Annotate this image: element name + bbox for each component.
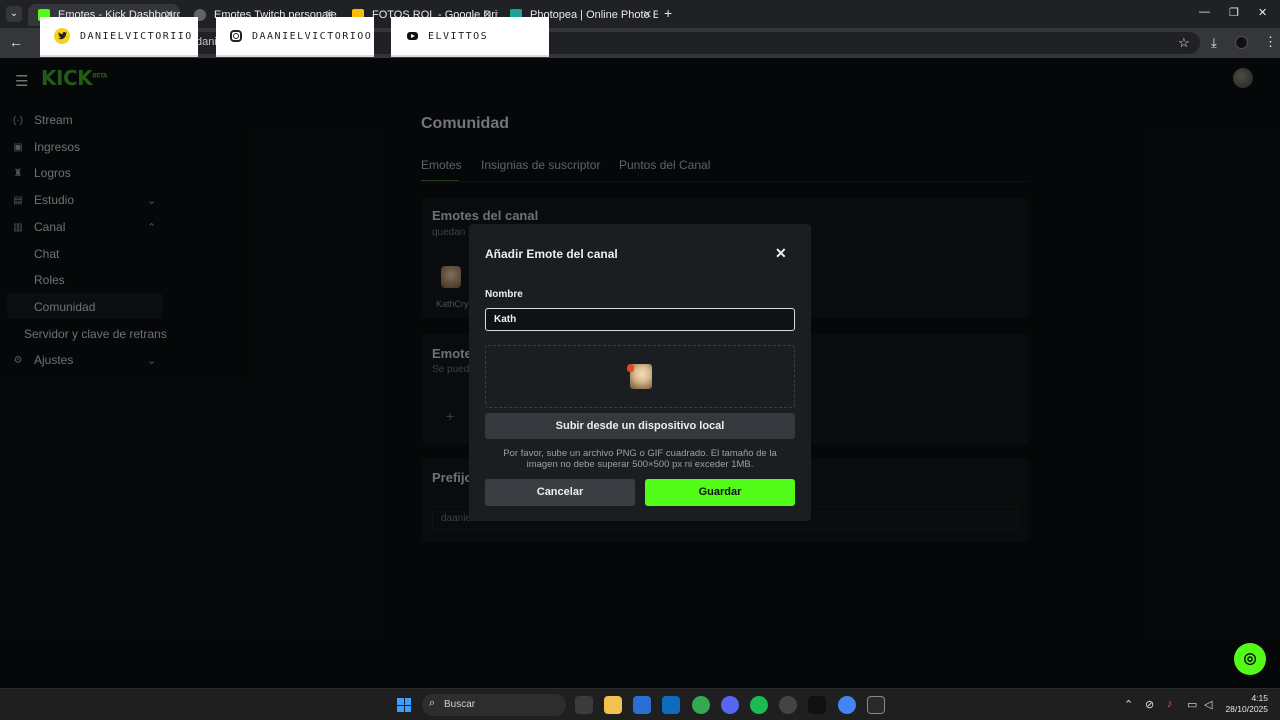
emote-preview-image (627, 364, 652, 389)
twitter-bird-icon (54, 28, 70, 44)
close-tab-icon[interactable]: ✕ (643, 8, 652, 21)
tiktok-icon[interactable] (808, 696, 826, 714)
obs-icon[interactable] (779, 696, 797, 714)
youtube-overlay-badge: ELVITTOS (391, 17, 549, 57)
name-field-label: Nombre (485, 289, 523, 300)
discord-icon[interactable] (721, 696, 739, 714)
windows-start-icon[interactable] (397, 698, 411, 712)
search-placeholder: Buscar (444, 699, 476, 710)
youtube-icon (407, 32, 418, 40)
outlook-icon[interactable] (662, 696, 680, 714)
clock-time: 4:15 (1251, 693, 1268, 703)
task-view-icon[interactable] (575, 696, 593, 714)
save-button[interactable]: Guardar (645, 479, 795, 506)
upload-local-button[interactable]: Subir desde un dispositivo local (485, 413, 795, 439)
twitter-handle: DANIELVICTORIIO (80, 30, 193, 42)
tab-title: Photopea | Online Photo Editor (530, 9, 658, 21)
taskbar-search[interactable]: ⌕ Buscar (422, 694, 566, 716)
twitter-overlay-badge: DANIELVICTORIIO (40, 17, 198, 57)
volume-icon[interactable]: ◁ (1204, 698, 1212, 711)
microphone-icon[interactable]: ♪ (1167, 698, 1173, 710)
windows-taskbar: ⌕ Buscar ⌃ ⊘ ♪ ▭ ◁ 4:15 28/10/2025 (0, 688, 1280, 720)
browser-profile-avatar[interactable] (1235, 36, 1248, 49)
support-chat-button[interactable]: ◎ (1234, 643, 1266, 675)
emote-name-input[interactable] (485, 308, 795, 331)
window-close-icon[interactable]: ✕ (1258, 6, 1267, 19)
bookmark-star-icon[interactable]: ☆ (1178, 35, 1190, 51)
upload-help-text: Por favor, sube un archivo PNG o GIF cua… (503, 448, 777, 470)
minimize-icon[interactable]: — (1199, 6, 1210, 18)
tab-search-button[interactable]: ⌄ (6, 6, 22, 22)
instagram-icon (230, 30, 242, 42)
chrome-icon[interactable] (692, 696, 710, 714)
tray-overflow-icon[interactable]: ⌃ (1124, 698, 1133, 711)
store-icon[interactable] (633, 696, 651, 714)
file-explorer-icon[interactable] (604, 696, 622, 714)
youtube-handle: ELVITTOS (428, 30, 489, 42)
tray-app-icon[interactable]: ⊘ (1145, 698, 1154, 711)
clock-date: 28/10/2025 (1225, 704, 1268, 714)
browser-menu-icon[interactable]: ⋮ (1264, 34, 1277, 50)
search-icon: ⌕ (429, 697, 436, 709)
kick-dashboard-page: ☰ KICKBETA (·) Stream ▣ Ingresos ♜ Logro… (0, 58, 1280, 688)
instagram-handle: DAANIELVICTORIOO (252, 30, 373, 42)
chrome-profile-icon[interactable] (838, 696, 856, 714)
emote-dropzone[interactable] (485, 345, 795, 408)
network-icon[interactable]: ▭ (1187, 698, 1197, 711)
taskbar-clock[interactable]: 4:15 28/10/2025 (1222, 693, 1268, 715)
close-icon[interactable]: ✕ (775, 245, 787, 262)
new-tab-plus-icon[interactable]: + (664, 5, 672, 21)
back-arrow-icon[interactable]: ← (9, 34, 23, 50)
instagram-overlay-badge: DAANIELVICTORIOO (216, 17, 374, 57)
add-emote-modal: Añadir Emote del canal ✕ Nombre Subir de… (469, 224, 811, 521)
spotify-icon[interactable] (750, 696, 768, 714)
download-icon[interactable]: ⤓ (1211, 35, 1217, 51)
restore-icon[interactable]: ❐ (1229, 6, 1239, 19)
modal-title: Añadir Emote del canal (485, 247, 618, 261)
cancel-button[interactable]: Cancelar (485, 479, 635, 506)
streamlabs-icon[interactable] (867, 696, 885, 714)
